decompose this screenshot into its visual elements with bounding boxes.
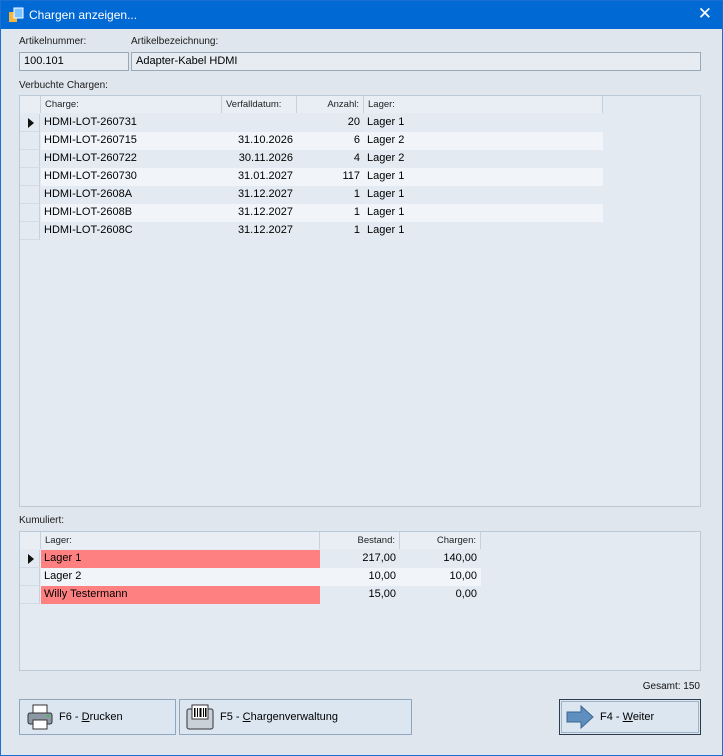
cell-count: 1 — [353, 224, 360, 236]
cell-count: 6 — [297, 132, 364, 150]
table-row[interactable]: HDMI-LOT-260715 31.10.2026 6 Lager 2 — [20, 132, 603, 150]
column-header-count[interactable]: Anzahl: — [297, 96, 364, 113]
cell-storage: Lager 1 — [367, 224, 405, 236]
row-selector[interactable] — [20, 550, 40, 568]
booked-charges-label: Verbuchte Chargen: — [19, 80, 108, 91]
cell-storage: Lager 2 — [364, 132, 603, 150]
table-row[interactable]: Lager 1 217,00 140,00 — [20, 550, 481, 568]
cell-expiry: 31.01.2027 — [222, 168, 297, 186]
row-selector[interactable] — [20, 132, 40, 150]
row-selector[interactable] — [20, 114, 40, 132]
charge-management-button[interactable]: F5 - Chargenverwaltung — [179, 699, 412, 735]
cumulative-label: Kumuliert: — [19, 515, 65, 526]
print-button[interactable]: F6 - Drucken — [19, 699, 176, 735]
cumulative-grid[interactable]: Lager: Bestand: Chargen: Lager 1 217,00 … — [19, 531, 701, 671]
cell-storage: Lager 2 — [41, 568, 320, 586]
row-selector-header — [20, 532, 41, 549]
arrow-right-icon — [566, 704, 594, 730]
table-row[interactable]: HDMI-LOT-260731 20 Lager 1 — [20, 114, 603, 132]
cell-charge: HDMI-LOT-260731 — [44, 116, 137, 128]
cell-storage: Lager 1 — [367, 188, 405, 200]
cell-expiry — [222, 114, 297, 132]
cell-charges: 140,00 — [443, 552, 477, 564]
close-icon[interactable]: ✕ — [698, 5, 712, 23]
charge-management-button-label: F5 - Chargenverwaltung — [220, 711, 339, 723]
row-selector[interactable] — [20, 568, 40, 586]
row-selector[interactable] — [20, 204, 40, 222]
column-header-expiry[interactable]: Verfalldatum: — [222, 96, 297, 113]
barcode-printer-icon — [186, 704, 214, 730]
print-button-label: F6 - Drucken — [59, 711, 123, 723]
app-icon — [9, 7, 24, 22]
table-row[interactable]: HDMI-LOT-2608B 31.12.2027 1 Lager 1 — [20, 204, 603, 222]
cell-stock: 15,00 — [368, 588, 396, 600]
column-header-stock[interactable]: Bestand: — [320, 532, 400, 549]
cell-stock: 10,00 — [320, 568, 400, 586]
cell-expiry: 31.12.2027 — [237, 224, 293, 236]
article-description-field[interactable]: Adapter-Kabel HDMI — [131, 52, 701, 71]
next-button-label: F4 - Weiter — [600, 711, 655, 723]
table-row[interactable]: HDMI-LOT-2608A 31.12.2027 1 Lager 1 — [20, 186, 603, 204]
cell-expiry: 30.11.2026 — [238, 152, 293, 164]
table-row[interactable]: HDMI-LOT-260730 31.01.2027 117 Lager 1 — [20, 168, 603, 186]
cell-charge: HDMI-LOT-260715 — [41, 132, 222, 150]
cell-expiry: 31.10.2026 — [222, 132, 297, 150]
table-row[interactable]: Lager 2 10,00 10,00 — [20, 568, 481, 586]
table-row[interactable]: HDMI-LOT-2608C 31.12.2027 1 Lager 1 — [20, 222, 603, 240]
row-selector[interactable] — [20, 586, 40, 604]
dialog-window: Chargen anzeigen... ✕ Artikelnummer: 100… — [0, 0, 723, 756]
cell-count: 1 — [297, 204, 364, 222]
cell-expiry: 31.12.2027 — [237, 188, 293, 200]
cell-charge: HDMI-LOT-2608C — [44, 224, 133, 236]
cell-charge: HDMI-LOT-260722 — [44, 152, 137, 164]
cell-count: 4 — [353, 152, 360, 164]
cell-charges: 0,00 — [455, 588, 477, 600]
window-title: Chargen anzeigen... — [29, 8, 138, 22]
cell-storage: Willy Testermann — [41, 586, 320, 604]
cell-storage: Lager 1 — [367, 116, 405, 128]
row-selector-header — [20, 96, 41, 113]
cell-storage: Lager 2 — [367, 152, 405, 164]
cell-storage: Lager 1 — [364, 168, 603, 186]
current-row-pointer-icon — [28, 554, 34, 564]
booked-charges-grid[interactable]: Charge: Verfalldatum: Anzahl: Lager: HDM… — [19, 95, 701, 507]
table-row[interactable]: Willy Testermann 15,00 0,00 — [20, 586, 481, 604]
row-selector[interactable] — [20, 186, 40, 204]
article-description-label: Artikelbezeichnung: — [131, 36, 219, 47]
printer-icon — [27, 704, 53, 730]
table-row[interactable]: HDMI-LOT-260722 30.11.2026 4 Lager 2 — [20, 150, 603, 168]
cell-charge: HDMI-LOT-260730 — [41, 168, 222, 186]
cell-expiry: 31.12.2027 — [222, 204, 297, 222]
next-button[interactable]: F4 - Weiter — [559, 699, 701, 735]
row-selector[interactable] — [20, 150, 40, 168]
article-number-label: Artikelnummer: — [19, 36, 87, 47]
cell-count: 20 — [347, 116, 360, 128]
total-label: Gesamt: 150 — [642, 681, 700, 692]
current-row-pointer-icon — [28, 118, 34, 128]
column-header-charge[interactable]: Charge: — [41, 96, 222, 113]
row-selector[interactable] — [20, 222, 40, 240]
cell-stock: 217,00 — [362, 552, 396, 564]
row-selector[interactable] — [20, 168, 40, 186]
cell-count: 1 — [353, 188, 360, 200]
title-bar[interactable]: Chargen anzeigen... ✕ — [1, 1, 722, 29]
cell-charge: HDMI-LOT-2608B — [41, 204, 222, 222]
column-header-charges[interactable]: Chargen: — [400, 532, 481, 549]
cell-count: 117 — [297, 168, 364, 186]
column-header-storage[interactable]: Lager: — [41, 532, 320, 549]
cell-storage: Lager 1 — [41, 550, 320, 568]
cell-storage: Lager 1 — [364, 204, 603, 222]
column-header-storage[interactable]: Lager: — [364, 96, 603, 113]
cell-charge: HDMI-LOT-2608A — [44, 188, 133, 200]
article-number-field[interactable]: 100.101 — [19, 52, 129, 71]
cell-charges: 10,00 — [400, 568, 481, 586]
